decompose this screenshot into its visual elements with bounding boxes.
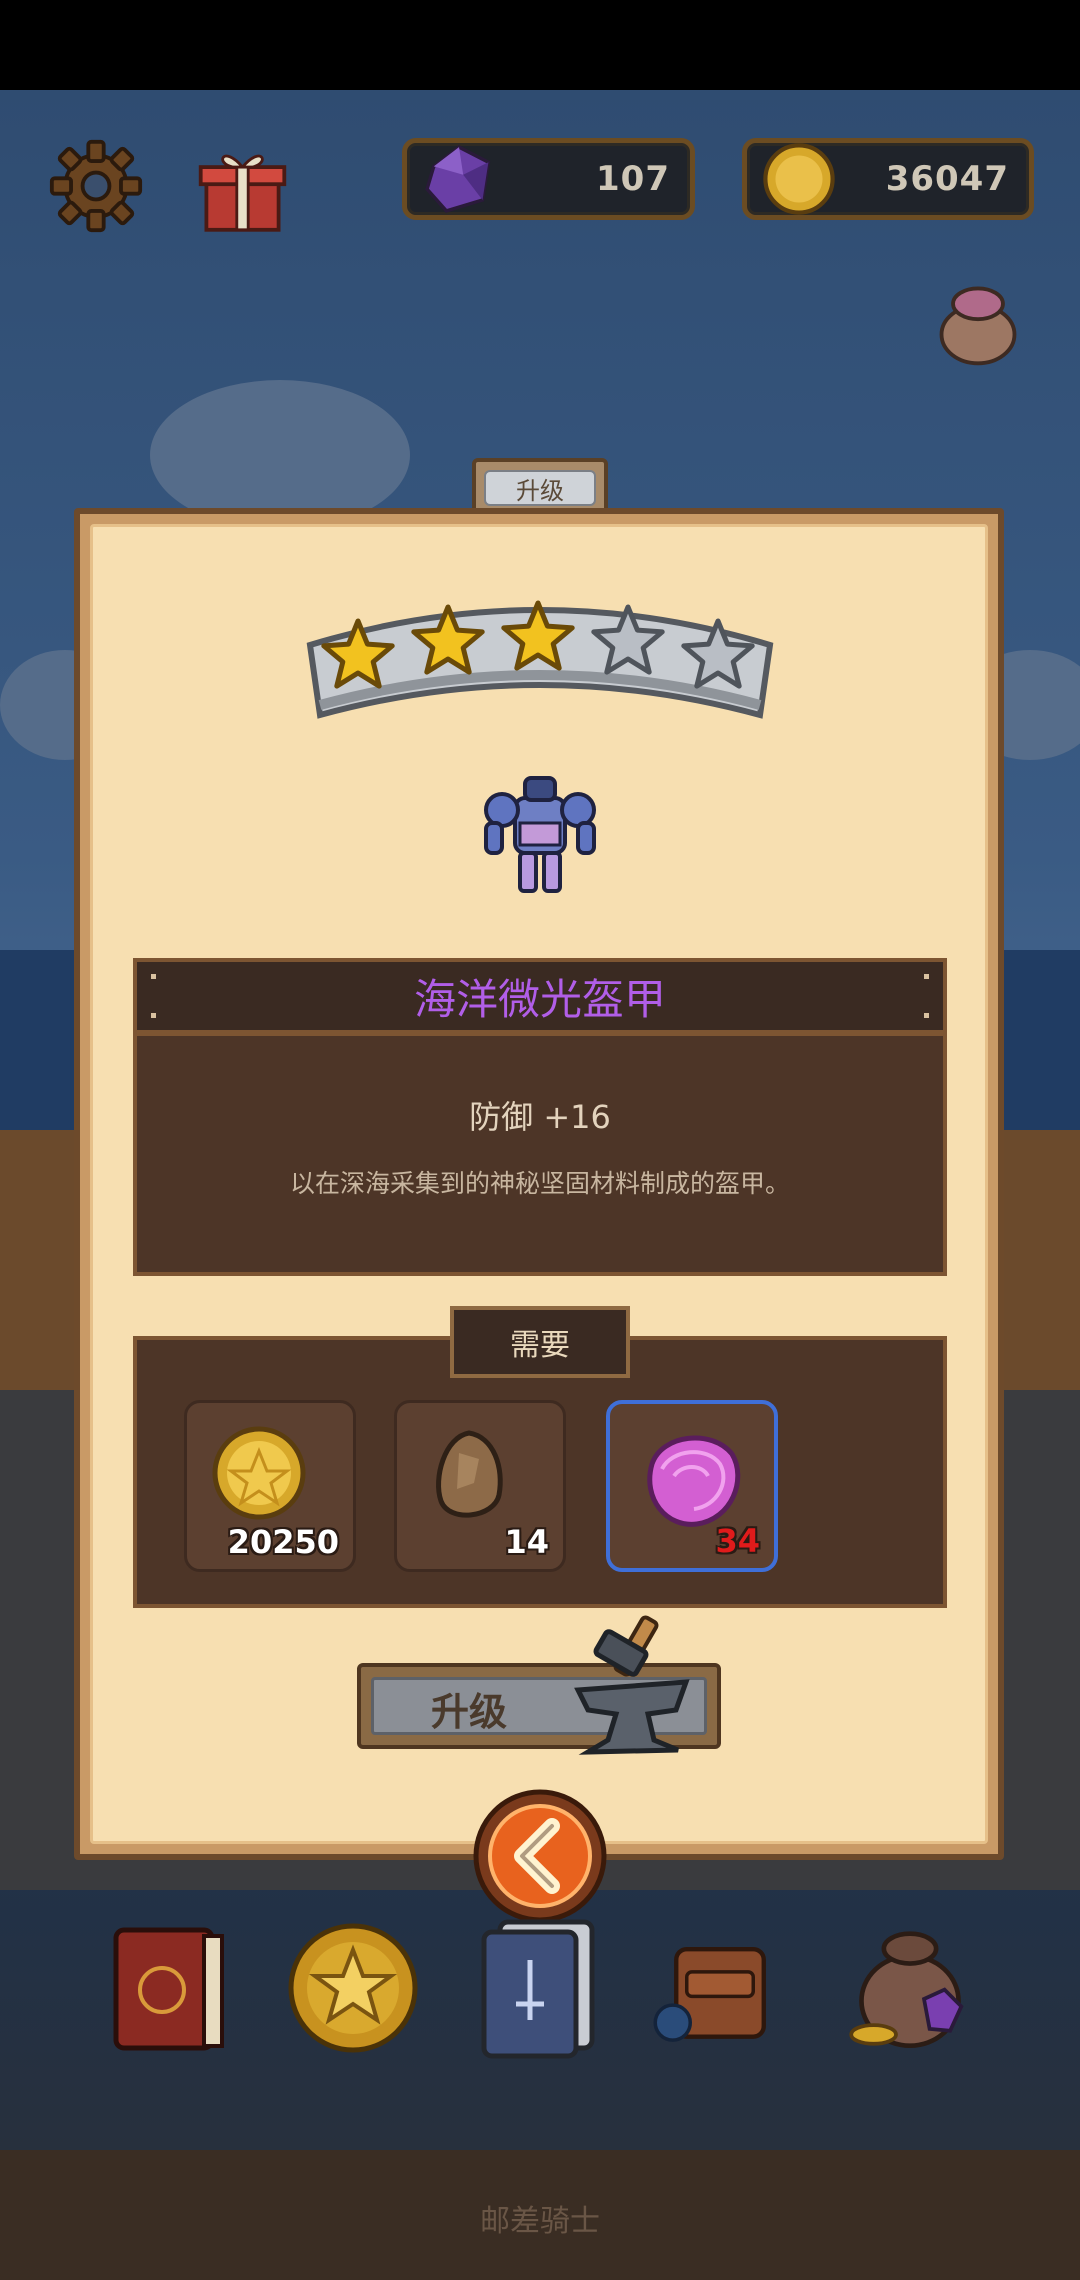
pink-shell-ore-icon (647, 1435, 741, 1527)
star-rating (306, 600, 774, 719)
rivet (924, 1013, 929, 1018)
gold-coin-icon (212, 1426, 306, 1520)
back-button[interactable] (470, 1786, 610, 1926)
pouch-icon[interactable] (930, 275, 1026, 371)
requirement-slot-stone[interactable]: 14 (394, 1400, 566, 1572)
gem-count: 107 (596, 159, 670, 199)
gem-counter[interactable]: 107 (402, 138, 695, 220)
star-medal-icon[interactable] (283, 1910, 423, 2060)
coin-counter[interactable]: 36047 (742, 138, 1034, 220)
rivet (151, 1013, 156, 1018)
panel-tab-label: 升级 (484, 470, 596, 506)
requirements-label: 需要 (510, 1328, 570, 1363)
rivet (151, 974, 156, 979)
requirement-count-stone: 14 (504, 1523, 549, 1561)
card-deck-icon[interactable] (470, 1910, 610, 2060)
rough-stone-icon (436, 1430, 503, 1518)
item-description-box: 防御 +16 以在深海采集到的神秘坚固材料制成的盔甲。 (133, 1032, 947, 1276)
upgrade-button-label: 升级 (431, 1690, 508, 1734)
item-name-bar: 海洋微光盔甲 (133, 958, 947, 1034)
anvil-hammer-icon (574, 1615, 690, 1755)
requirement-slot-coin[interactable]: 20250 (184, 1400, 356, 1572)
footer-title: 邮差骑士 (480, 2204, 600, 2239)
item-name: 海洋微光盔甲 (413, 974, 666, 1024)
requirement-slot-ore[interactable]: 34 (606, 1400, 778, 1572)
rivet (924, 974, 929, 979)
requirement-count-ore: 34 (715, 1522, 760, 1560)
coin-count: 36047 (885, 159, 1009, 199)
backpack-icon[interactable] (650, 1910, 790, 2060)
status-bar (0, 0, 1080, 90)
item-description: 以在深海采集到的神秘坚固材料制成的盔甲。 (289, 1169, 790, 1198)
treasure-bag-icon[interactable] (840, 1910, 980, 2060)
gem-icon (425, 145, 491, 213)
gear-icon[interactable] (48, 138, 144, 234)
ocean-glimmer-armor-icon (484, 776, 596, 893)
gift-icon[interactable] (195, 138, 290, 238)
red-book-icon[interactable] (100, 1910, 240, 2060)
requirements-label-tab: 需要 (450, 1306, 630, 1378)
requirement-count-coin: 20250 (227, 1523, 339, 1561)
gold-coin-icon (763, 143, 835, 215)
item-stat: 防御 +16 (469, 1098, 611, 1136)
